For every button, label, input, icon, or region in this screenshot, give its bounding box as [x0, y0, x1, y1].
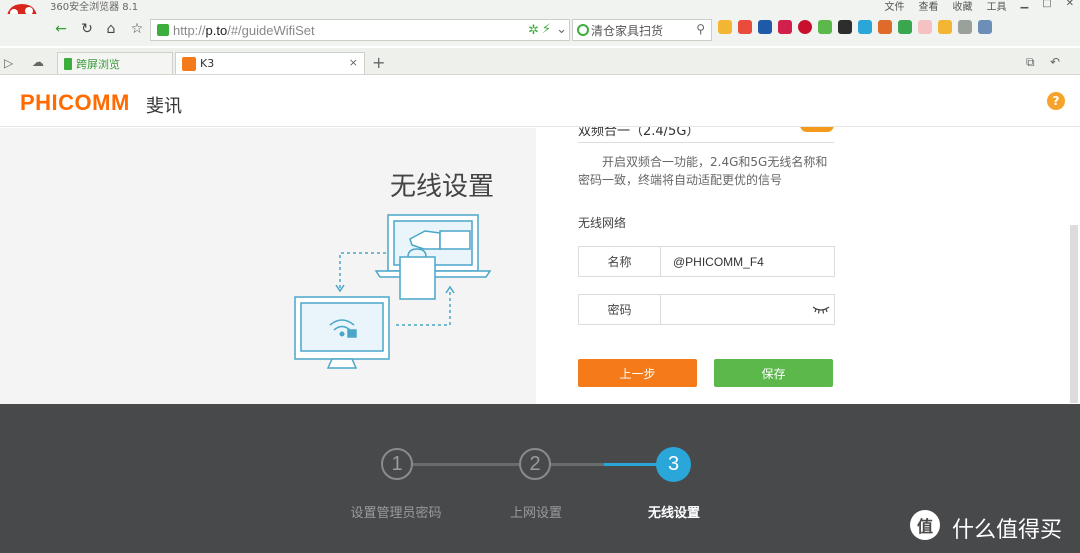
dual-band-description: 开启双频合一功能，2.4G和5G无线名称和密码一致，终端将自动适配更优的信号	[578, 155, 828, 187]
ext-icon[interactable]	[878, 20, 892, 34]
previous-step-button[interactable]: 上一步	[578, 359, 697, 387]
divider	[578, 142, 834, 143]
adblock-icon[interactable]	[798, 20, 812, 34]
wifi-setup-illustration	[290, 205, 505, 375]
ext-icon[interactable]	[758, 20, 772, 34]
password-field: 密码	[578, 294, 835, 325]
cloud-icon[interactable]: ☁	[32, 55, 44, 69]
search-engine-icon	[577, 24, 589, 36]
extension-bar	[718, 20, 992, 34]
browser-title: 360安全浏览器 8.1	[50, 2, 139, 13]
ext-icon[interactable]	[938, 20, 952, 34]
tab-cross-screen[interactable]: 跨屏浏览	[57, 52, 173, 74]
ext-icon[interactable]	[838, 20, 852, 34]
back-icon[interactable]: ←	[50, 18, 72, 40]
step-connector	[412, 463, 520, 466]
tab-close-icon[interactable]: ×	[349, 56, 358, 69]
chevron-down-icon[interactable]: ⌄	[556, 22, 567, 37]
search-placeholder: 清仓家具扫货	[591, 23, 664, 38]
password-label: 密码	[579, 295, 661, 324]
home-icon[interactable]: ⌂	[100, 18, 122, 40]
wireless-network-label: 无线网络	[578, 216, 627, 230]
step-3-circle: 3	[656, 447, 691, 482]
ext-icon[interactable]	[858, 20, 872, 34]
search-input[interactable]: 清仓家具扫货 ⚲	[572, 19, 712, 41]
step-2-circle: 2	[519, 448, 551, 480]
security-icon[interactable]	[898, 20, 912, 34]
menu-item-file[interactable]: 文件	[884, 0, 904, 13]
menu-item-tools[interactable]: 工具	[986, 0, 1006, 13]
phone-icon	[64, 57, 72, 70]
ext-icon[interactable]	[778, 20, 792, 34]
compat-mode-icon[interactable]: ✲	[528, 23, 539, 38]
favorite-star-icon[interactable]: ☆	[126, 18, 148, 40]
address-url: http://p.to/#/guideWifiSet	[173, 22, 315, 38]
tab-k3[interactable]: K3 ×	[175, 52, 365, 74]
watermark-logo-icon: 值	[910, 510, 940, 540]
ssid-input[interactable]: @PHICOMM_F4	[661, 255, 834, 269]
apps-icon[interactable]	[718, 20, 732, 34]
eye-closed-icon[interactable]	[812, 303, 830, 315]
address-bar[interactable]: http://p.to/#/guideWifiSet ✲ ⚡ ⌄	[150, 19, 570, 41]
step-connector-active	[604, 463, 658, 466]
find-icon[interactable]	[978, 20, 992, 34]
step-1-label: 设置管理员密码	[350, 506, 442, 521]
sidebar-toggle-icon[interactable]: ▷	[4, 56, 13, 70]
page-scrollbar[interactable]	[1070, 225, 1078, 403]
ext-icon[interactable]	[918, 20, 932, 34]
watermark-text: 什么值得买	[952, 518, 1063, 543]
step-1-circle: 1	[381, 448, 413, 480]
maximize-icon[interactable]: □	[1042, 0, 1051, 12]
phicomm-logo: PHICOMM	[20, 90, 130, 115]
refresh-icon[interactable]: ↻	[76, 18, 98, 40]
phicomm-favicon-icon	[182, 56, 196, 71]
browser-menu: 文件 查看 收藏 工具 ▁ □ ✕	[884, 0, 1080, 13]
secure-shield-icon	[157, 24, 169, 36]
save-button[interactable]: 保存	[714, 359, 833, 387]
ssid-field: 名称 @PHICOMM_F4	[578, 246, 835, 277]
help-icon[interactable]: ?	[1047, 92, 1065, 110]
page-title: 无线设置	[390, 172, 495, 202]
ext-icon[interactable]	[818, 20, 832, 34]
tab-label: K3	[200, 57, 215, 70]
undo-close-icon[interactable]: ↶	[1050, 55, 1060, 69]
tab-label: 跨屏浏览	[76, 57, 120, 71]
close-icon[interactable]: ✕	[1066, 0, 1074, 12]
minimize-icon[interactable]: ▁	[1020, 0, 1028, 12]
ext-icon[interactable]	[738, 20, 752, 34]
brand-chinese: 斐讯	[146, 96, 182, 117]
step-3-label: 无线设置	[647, 506, 700, 521]
restore-tabs-icon[interactable]: ⧉	[1026, 55, 1035, 70]
step-2-label: 上网设置	[509, 506, 562, 521]
search-icon[interactable]: ⚲	[696, 22, 705, 36]
new-tab-button[interactable]: +	[372, 53, 385, 72]
speed-mode-icon[interactable]: ⚡	[542, 22, 551, 37]
ssid-label: 名称	[579, 247, 661, 276]
menu-item-view[interactable]: 查看	[918, 0, 938, 13]
screenshot-icon[interactable]	[958, 20, 972, 34]
menu-item-favorites[interactable]: 收藏	[952, 0, 972, 13]
